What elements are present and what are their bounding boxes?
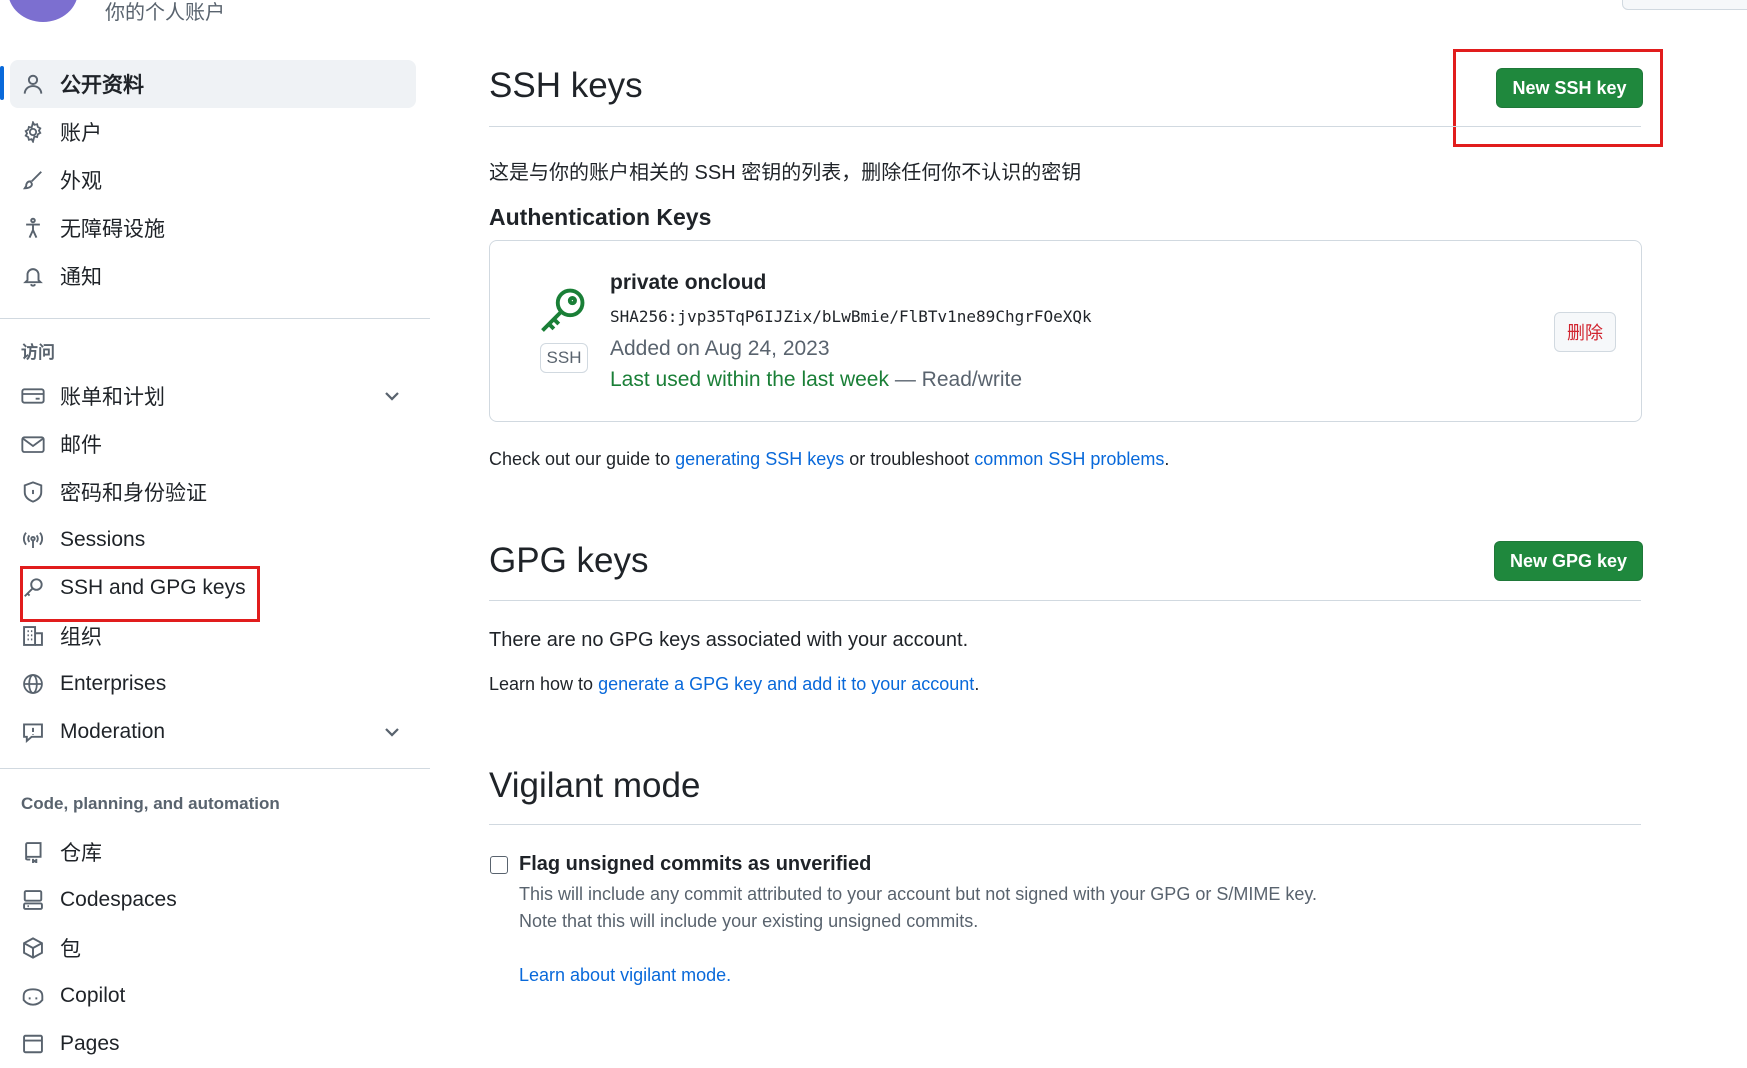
learn-suffix: . [974,674,980,694]
sidebar-item-label: 无障碍设施 [60,218,165,241]
top-right-button[interactable] [1622,0,1747,10]
section-divider [489,600,1641,601]
person-icon [20,71,46,97]
sidebar-item-copilot[interactable]: Copilot [10,972,416,1020]
authentication-keys-heading: Authentication Keys [489,204,712,230]
key-access-level: — Read/write [889,368,1023,391]
credit-card-icon [20,383,46,409]
sidebar-item-label: Enterprises [60,672,167,695]
sidebar-item-label: 公开资料 [60,74,144,97]
sidebar-item-label: 包 [60,938,81,961]
sidebar-item-emails[interactable]: 邮件 [10,420,416,468]
active-indicator [0,66,4,100]
report-icon [20,719,46,745]
sidebar-item-label: 仓库 [60,842,102,865]
learn-prefix: Learn how to [489,674,599,694]
paintbrush-icon [20,167,46,193]
common-ssh-problems-link[interactable]: common SSH problems [974,449,1164,469]
bell-icon [20,263,46,289]
key-last-used: Last used within the last week — Read/wr… [610,368,1022,392]
account-subtitle: 你的个人账户 [105,2,225,24]
sidebar-item-label: 邮件 [60,434,102,457]
copilot-icon [20,983,46,1009]
sidebar-divider [0,318,430,319]
highlight-box-sidebar [20,566,260,622]
sidebar-item-label: 通知 [60,266,102,289]
sidebar-item-label: 组织 [60,626,102,649]
broadcast-icon [20,527,46,553]
ssh-badge: SSH [540,343,588,373]
mail-icon [20,431,46,457]
chevron-down-icon[interactable] [380,720,404,744]
new-ssh-key-button[interactable]: New SSH key [1496,68,1643,108]
browser-icon [20,1031,46,1057]
sidebar-item-appearance[interactable]: 外观 [10,156,416,204]
sidebar-item-account[interactable]: 账户 [10,108,416,156]
gpg-learn-text: Learn how to generate a GPG key and add … [489,674,979,695]
sidebar-item-label: 密码和身份验证 [60,482,207,505]
flag-unsigned-commits-checkbox[interactable] [490,856,508,874]
sidebar-item-label: Codespaces [60,888,177,911]
sidebar-item-label: 账单和计划 [60,386,165,409]
sidebar-item-enterprises[interactable]: Enterprises [10,660,416,708]
vigilant-mode-title: Vigilant mode [489,766,701,805]
ssh-key-card: SSH private oncloud SHA256:jvp35TqP6IJZi… [489,240,1642,422]
section-divider [489,824,1641,825]
sidebar-item-billing[interactable]: 账单和计划 [10,372,416,420]
key-added-date: Added on Aug 24, 2023 [610,337,830,360]
sidebar-item-accessibility[interactable]: 无障碍设施 [10,204,416,252]
sidebar-heading-code: Code, planning, and automation [21,794,280,813]
codespaces-icon [20,887,46,913]
key-fingerprint: SHA256:jvp35TqP6IJZix/bLwBmie/FlBTv1ne89… [610,307,1092,326]
sidebar-item-codespaces[interactable]: Codespaces [10,876,416,924]
gear-icon [20,119,46,145]
sidebar-item-profile[interactable]: 公开资料 [10,60,416,108]
delete-key-button[interactable]: 删除 [1554,312,1616,352]
accessibility-icon [20,215,46,241]
sidebar-item-label: Pages [60,1032,120,1055]
sidebar-item-label: 账户 [60,122,102,145]
key-last-used-text: Last used within the last week [610,368,889,391]
sidebar-item-label: 外观 [60,170,102,193]
flag-unsigned-commits-label[interactable]: Flag unsigned commits as unverified [519,853,871,876]
learn-vigilant-mode-link[interactable]: Learn about vigilant mode. [519,965,731,986]
ssh-keys-title: SSH keys [489,66,643,105]
guide-suffix: . [1164,449,1170,469]
sidebar-item-sessions[interactable]: Sessions [10,516,416,564]
generate-gpg-key-link[interactable]: generate a GPG key and add it to your ac… [598,674,974,694]
repo-icon [20,839,46,865]
new-gpg-key-button[interactable]: New GPG key [1494,541,1643,581]
generating-ssh-keys-link[interactable]: generating SSH keys [675,449,844,469]
sidebar-item-notifications[interactable]: 通知 [10,252,416,300]
sidebar-item-packages[interactable]: 包 [10,924,416,972]
gpg-keys-title: GPG keys [489,541,649,580]
chevron-down-icon[interactable] [380,384,404,408]
sidebar-item-pages[interactable]: Pages [10,1020,416,1068]
sidebar-item-label: Sessions [60,528,146,551]
ssh-guide-text: Check out our guide to generating SSH ke… [489,449,1169,470]
section-divider [489,126,1641,127]
sidebar-divider [0,768,430,769]
key-icon [536,285,588,342]
guide-prefix: Check out our guide to [489,449,676,469]
package-icon [20,935,46,961]
sidebar-item-password-auth[interactable]: 密码和身份验证 [10,468,416,516]
vigilant-description-2: Note that this will include your existin… [519,911,979,931]
sidebar-item-repositories[interactable]: 仓库 [10,828,416,876]
vigilant-description-1: This will include any commit attributed … [519,884,1318,904]
avatar[interactable] [8,0,78,22]
sidebar-item-moderation[interactable]: Moderation [10,708,416,756]
sidebar-item-label: Copilot [60,984,126,1007]
key-name: private oncloud [610,271,767,294]
guide-mid: or troubleshoot [844,449,975,469]
sidebar-heading-access: 访问 [21,343,55,362]
ssh-description: 这是与你的账户相关的 SSH 密钥的列表，删除任何你不认识的密钥 [489,162,1082,184]
sidebar-item-label: Moderation [60,720,166,743]
shield-lock-icon [20,479,46,505]
gpg-empty-text: There are no GPG keys associated with yo… [489,629,969,651]
organization-icon [20,623,46,649]
globe-icon [20,671,46,697]
